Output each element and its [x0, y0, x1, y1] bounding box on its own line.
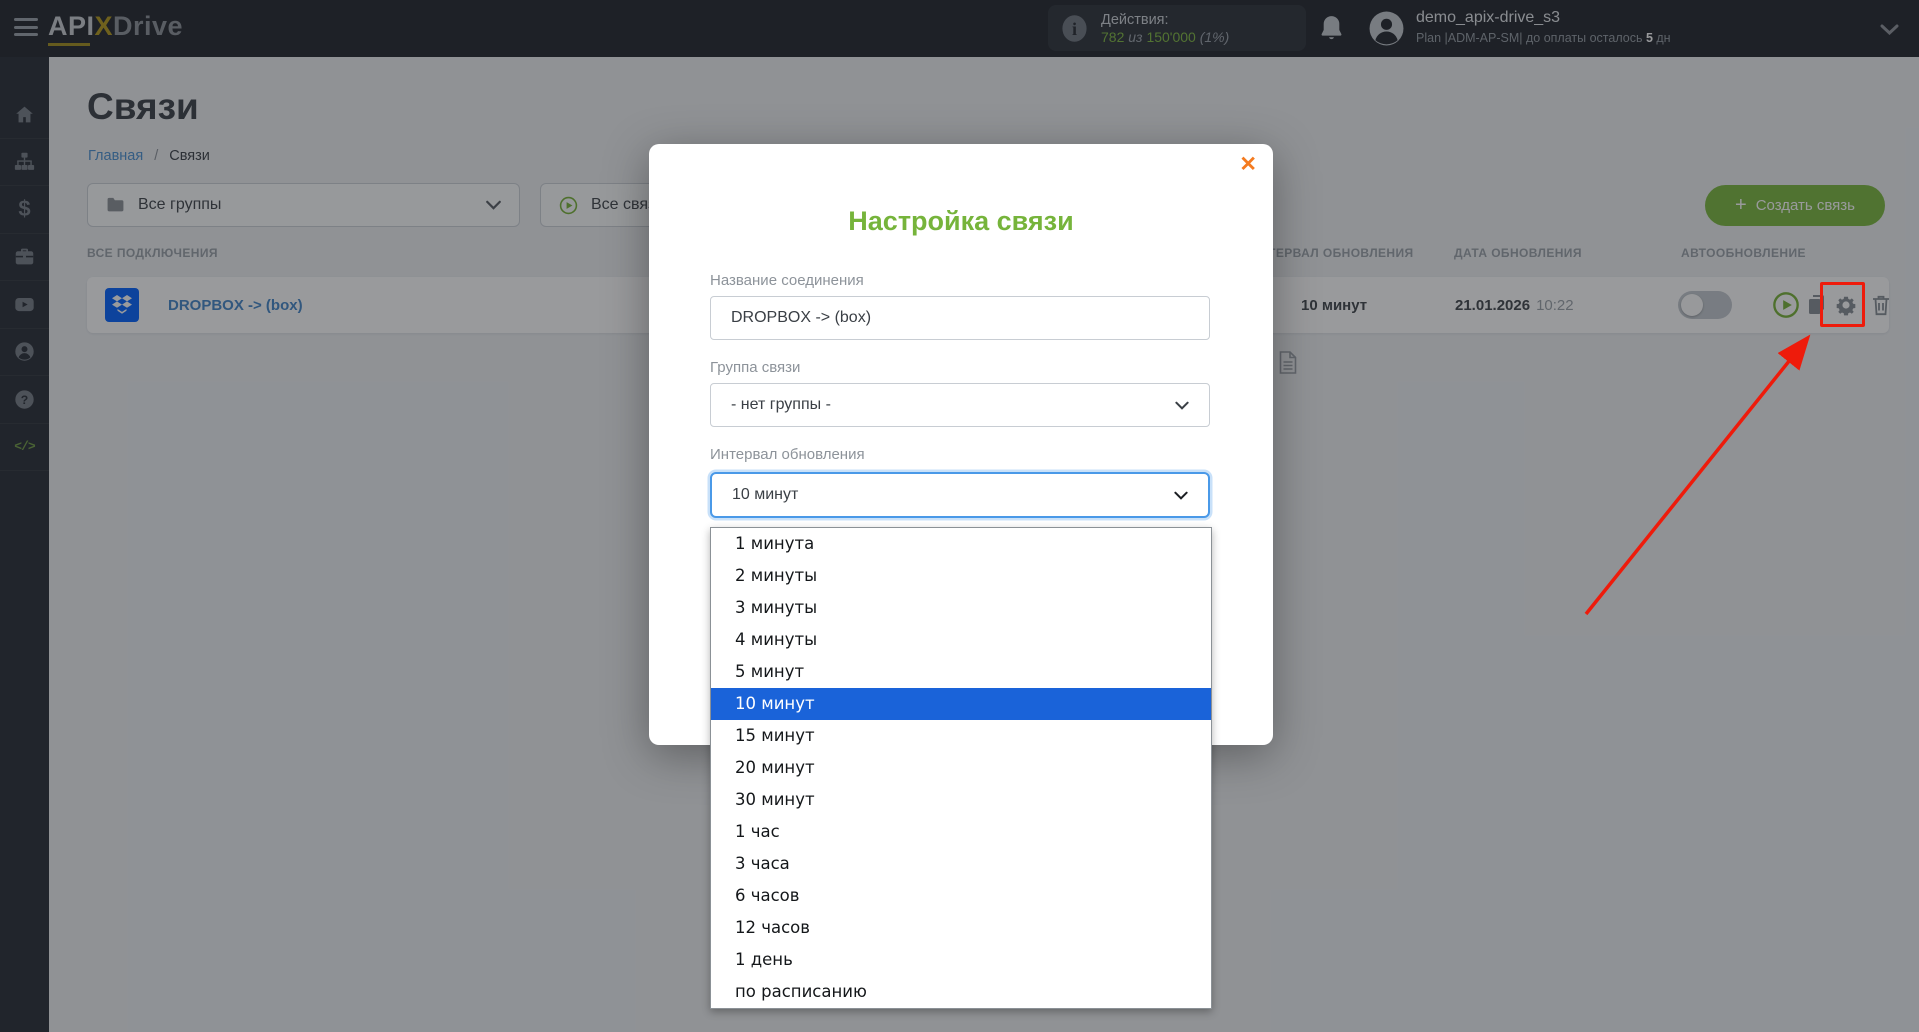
- dropdown-option[interactable]: 3 часа: [711, 848, 1211, 880]
- close-icon[interactable]: ✕: [1239, 154, 1257, 175]
- connection-name-input[interactable]: [710, 296, 1210, 340]
- chevron-down-icon: [1175, 401, 1189, 410]
- dropdown-option[interactable]: 2 минуты: [711, 560, 1211, 592]
- dropdown-option[interactable]: 1 час: [711, 816, 1211, 848]
- connection-group-label: Группа связи: [710, 359, 801, 376]
- dropdown-option[interactable]: 30 минут: [711, 784, 1211, 816]
- interval-options-dropdown: 1 минута 2 минуты 3 минуты 4 минуты 5 минут 1…: [710, 527, 1212, 1009]
- modal-title: Настройка связи: [848, 206, 1074, 236]
- update-interval-label: Интервал обновления: [710, 446, 865, 463]
- chevron-down-icon: [1174, 491, 1188, 500]
- dropdown-option[interactable]: 3 минуты: [711, 592, 1211, 624]
- update-interval-select[interactable]: 10 минут: [710, 472, 1210, 518]
- dropdown-option[interactable]: 12 часов: [711, 912, 1211, 944]
- dropdown-option[interactable]: 15 минут: [711, 720, 1211, 752]
- dropdown-option[interactable]: 4 минуты: [711, 624, 1211, 656]
- dropdown-option[interactable]: 10 минут: [711, 688, 1211, 720]
- dropdown-option[interactable]: по расписанию: [711, 976, 1211, 1008]
- dropdown-option[interactable]: 1 минута: [711, 528, 1211, 560]
- connection-group-select[interactable]: - нет группы -: [710, 383, 1210, 427]
- connection-name-label: Название соединения: [710, 272, 864, 289]
- dropdown-option[interactable]: 5 минут: [711, 656, 1211, 688]
- dropdown-option[interactable]: 1 день: [711, 944, 1211, 976]
- dropdown-option[interactable]: 20 минут: [711, 752, 1211, 784]
- dropdown-option[interactable]: 6 часов: [711, 880, 1211, 912]
